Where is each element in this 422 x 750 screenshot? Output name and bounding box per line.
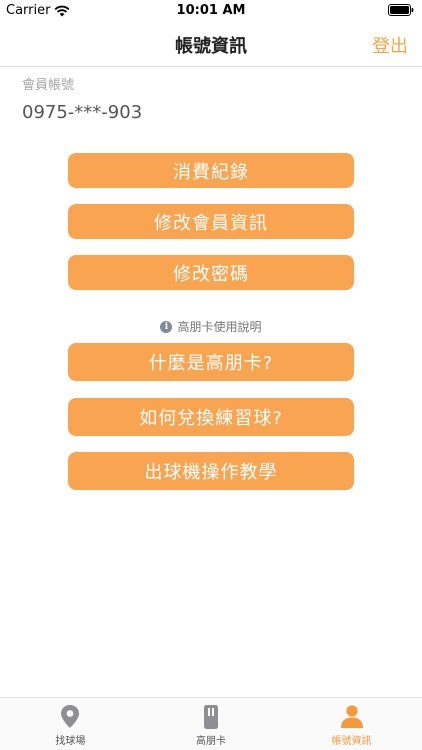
status-time: 10:01 AM	[176, 3, 246, 18]
map-pin-icon	[61, 705, 80, 728]
tab-find-course[interactable]: 找球場	[0, 698, 141, 750]
account-info-screen: Carrier 10:01 AM 帳號資訊 登出 會員帳號 0975-***-9…	[0, 0, 422, 750]
account-label: 會員帳號	[22, 78, 75, 93]
tab-label: 高朋卡	[196, 736, 226, 747]
status-bar: Carrier 10:01 AM	[0, 0, 422, 22]
tab-card[interactable]: 高朋卡	[141, 698, 282, 750]
nav-bar: 帳號資訊 登出	[0, 22, 422, 67]
status-right	[388, 4, 414, 20]
tab-bar: 找球場 高朋卡 帳號資訊	[0, 697, 422, 750]
how-to-redeem-button[interactable]: 如何兌換練習球?	[68, 398, 354, 436]
machine-tutorial-button[interactable]: 出球機操作教學	[68, 452, 354, 490]
person-icon	[340, 705, 363, 728]
page-title: 帳號資訊	[175, 36, 247, 57]
account-value: 0975-***-903	[22, 102, 143, 123]
change-password-button[interactable]: 修改密碼	[68, 255, 354, 290]
edit-member-info-button[interactable]: 修改會員資訊	[68, 204, 354, 239]
card-icon	[204, 705, 218, 729]
tab-label: 找球場	[55, 736, 86, 747]
info-icon: i	[160, 320, 173, 333]
logout-button[interactable]: 登出	[372, 32, 408, 58]
card-help-title: 高朋卡使用說明	[177, 320, 262, 334]
consumption-record-button[interactable]: 消費紀錄	[68, 153, 354, 188]
battery-icon	[388, 4, 414, 16]
what-is-card-button[interactable]: 什麼是高朋卡?	[68, 343, 354, 381]
card-help-heading: i 高朋卡使用說明	[0, 318, 422, 335]
tab-account-info[interactable]: 帳號資訊	[281, 698, 422, 750]
tab-label: 帳號資訊	[331, 736, 372, 747]
